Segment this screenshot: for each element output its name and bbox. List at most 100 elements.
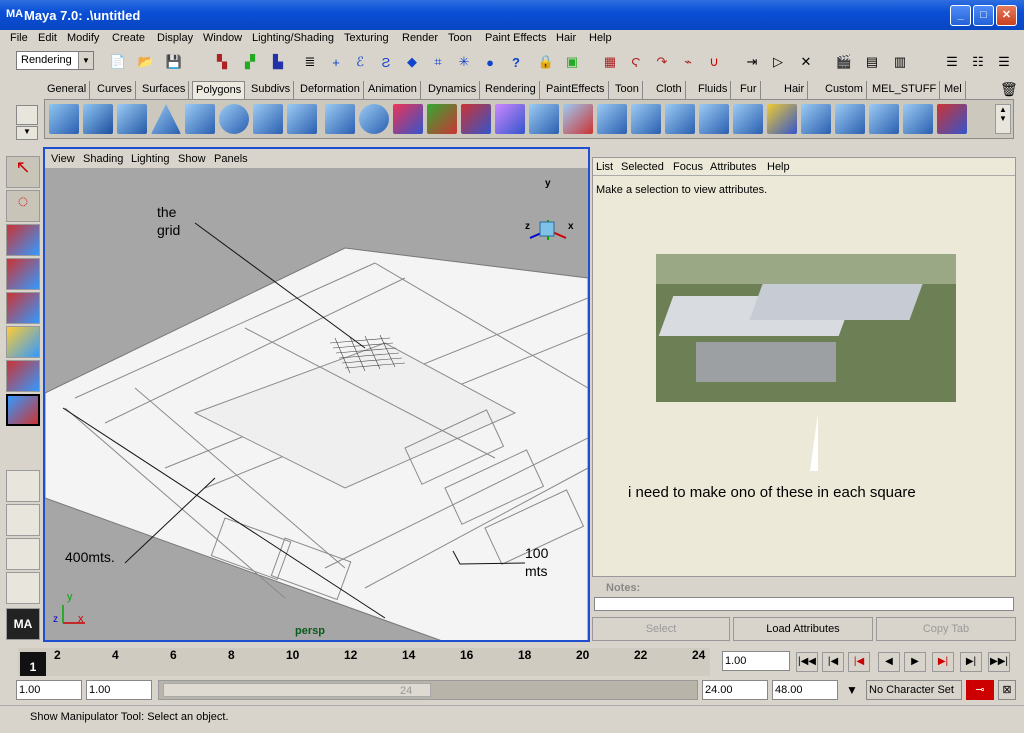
character-set-dropdown[interactable]: No Character Set [866,680,962,700]
ipr-render-icon[interactable]: ▤ [862,52,882,72]
construction-history-icon[interactable]: ▷ [768,52,788,72]
poly-cube-icon[interactable] [83,104,113,134]
duplicate-face-icon[interactable] [665,104,695,134]
quadrangulate-icon[interactable] [869,104,899,134]
single-perspective-layout-icon[interactable] [6,470,40,502]
shelf-menu-icon[interactable] [16,105,38,125]
render-globals-icon[interactable]: ▥ [890,52,910,72]
tab-dynamics[interactable]: Dynamics [425,81,481,99]
smooth-icon[interactable] [495,104,525,134]
trash-icon[interactable]: 🗑 [1000,81,1018,98]
extrude-edge-icon[interactable] [631,104,661,134]
persp-outliner-layout-icon[interactable] [6,538,40,570]
poly-sphere-icon[interactable] [49,104,79,134]
poly-prism-icon[interactable] [253,104,283,134]
split-polygon-icon[interactable] [563,104,593,134]
tab-surfaces[interactable]: Surfaces [139,81,190,99]
open-scene-icon[interactable]: 📂 [136,52,156,72]
tab-mel[interactable]: Mel [941,81,966,99]
select-hierarchy-icon[interactable]: ▚ [212,52,232,72]
bevel-icon[interactable] [597,104,627,134]
tab-custom[interactable]: Custom [822,81,867,99]
menu-texturing[interactable]: Texturing [344,32,389,44]
tab-mel-stuff[interactable]: MEL_STUFF [869,81,941,99]
boolean-icon[interactable] [461,104,491,134]
menu-create[interactable]: Create [112,32,145,44]
select-surfaces-icon[interactable]: ◆ [402,52,422,72]
start-time-field[interactable]: 1.00 [16,680,82,700]
subdivide-icon[interactable] [801,104,831,134]
separate-icon[interactable] [427,104,457,134]
make-live-icon[interactable]: ∪ [704,52,724,72]
tab-general[interactable]: General [44,81,91,99]
menu-toon[interactable]: Toon [448,32,472,44]
poly-cone-icon[interactable] [151,104,181,134]
new-scene-icon[interactable]: 📄 [108,52,128,72]
tab-painteffects[interactable]: PaintEffects [543,81,609,99]
step-forward-key-icon[interactable]: ▶| [960,652,982,672]
vp-menu-lighting[interactable]: Lighting [131,153,170,165]
attr-menu-list[interactable]: List [596,161,613,173]
attr-menu-help[interactable]: Help [767,161,790,173]
tab-polygons[interactable]: Polygons [192,81,246,99]
perspective-viewport[interactable]: View Shading Lighting Show Panels the gr… [43,147,590,642]
poly-pipe-icon[interactable] [287,104,317,134]
playback-end-field[interactable]: 24.00 [702,680,768,700]
show-manipulator-tool-icon[interactable] [6,394,40,426]
chevron-down-icon[interactable]: ▼ [78,52,93,69]
four-view-layout-icon[interactable] [6,504,40,536]
menu-modify[interactable]: Modify [67,32,99,44]
notes-field[interactable] [594,597,1014,611]
select-curves-icon[interactable]: Ƨ [376,52,396,72]
range-slider[interactable]: 24 [158,680,698,700]
minimize-button[interactable]: _ [950,5,971,26]
anim-prefs-icon[interactable]: ⊠ [998,680,1016,700]
vp-menu-shading[interactable]: Shading [83,153,123,165]
attr-menu-selected[interactable]: Selected [621,161,664,173]
mask-icon[interactable]: ≣ [300,52,320,72]
current-time-field[interactable]: 1.00 [722,651,790,671]
vp-menu-panels[interactable]: Panels [214,153,248,165]
range-slider-handle[interactable]: 24 [163,683,431,697]
save-scene-icon[interactable]: 💾 [164,52,184,72]
poly-plane-icon[interactable] [185,104,215,134]
shelf-scroll-icon[interactable]: ▲ ▼ [995,104,1011,134]
poly-helix-icon[interactable] [325,104,355,134]
tab-cloth[interactable]: Cloth [653,81,686,99]
menu-lighting-shading[interactable]: Lighting/Shading [252,32,334,44]
menu-hair[interactable]: Hair [556,32,576,44]
cut-faces-icon[interactable] [767,104,797,134]
vp-menu-show[interactable]: Show [178,153,206,165]
attr-menu-focus[interactable]: Focus [673,161,703,173]
planar-mapping-icon[interactable] [903,104,933,134]
menu-window[interactable]: Window [203,32,242,44]
play-backward-icon[interactable]: ◀ [878,652,900,672]
go-to-end-icon[interactable]: ▶▶| [988,652,1010,672]
menu-edit[interactable]: Edit [38,32,57,44]
tool-settings-icon[interactable]: ☰ [994,52,1014,72]
highlight-selection-icon[interactable]: ▣ [562,52,582,72]
lock-selection-icon[interactable]: 🔒 [536,52,556,72]
move-tool-icon[interactable] [6,258,40,290]
menu-paint-effects[interactable]: Paint Effects [485,32,547,44]
tab-deformation[interactable]: Deformation [297,81,364,99]
chevron-down-icon[interactable]: ▼ [846,683,858,697]
snap-view-plane-icon[interactable]: ⌁ [678,52,698,72]
select-object-icon[interactable]: ▞ [240,52,260,72]
load-attributes-button[interactable]: Load Attributes [733,617,873,641]
tab-rendering[interactable]: Rendering [482,81,540,99]
poly-torus-icon[interactable] [219,104,249,134]
universal-manipulator-icon[interactable] [6,360,40,392]
playback-start-field[interactable]: 1.00 [86,680,152,700]
snap-curve-icon[interactable]: Ϛ [626,52,646,72]
attr-menu-attributes[interactable]: Attributes [710,161,756,173]
tab-curves[interactable]: Curves [94,81,136,99]
close-button[interactable]: ✕ [996,5,1017,26]
shelf-options-icon[interactable]: ▼ [16,126,38,140]
select-component-icon[interactable]: ▙ [268,52,288,72]
menu-set-dropdown[interactable]: Rendering ▼ [16,51,94,70]
tab-fur[interactable]: Fur [737,81,761,99]
step-forward-frame-icon[interactable]: ▶| [932,652,954,672]
maximize-button[interactable]: □ [973,5,994,26]
tab-toon[interactable]: Toon [612,81,643,99]
